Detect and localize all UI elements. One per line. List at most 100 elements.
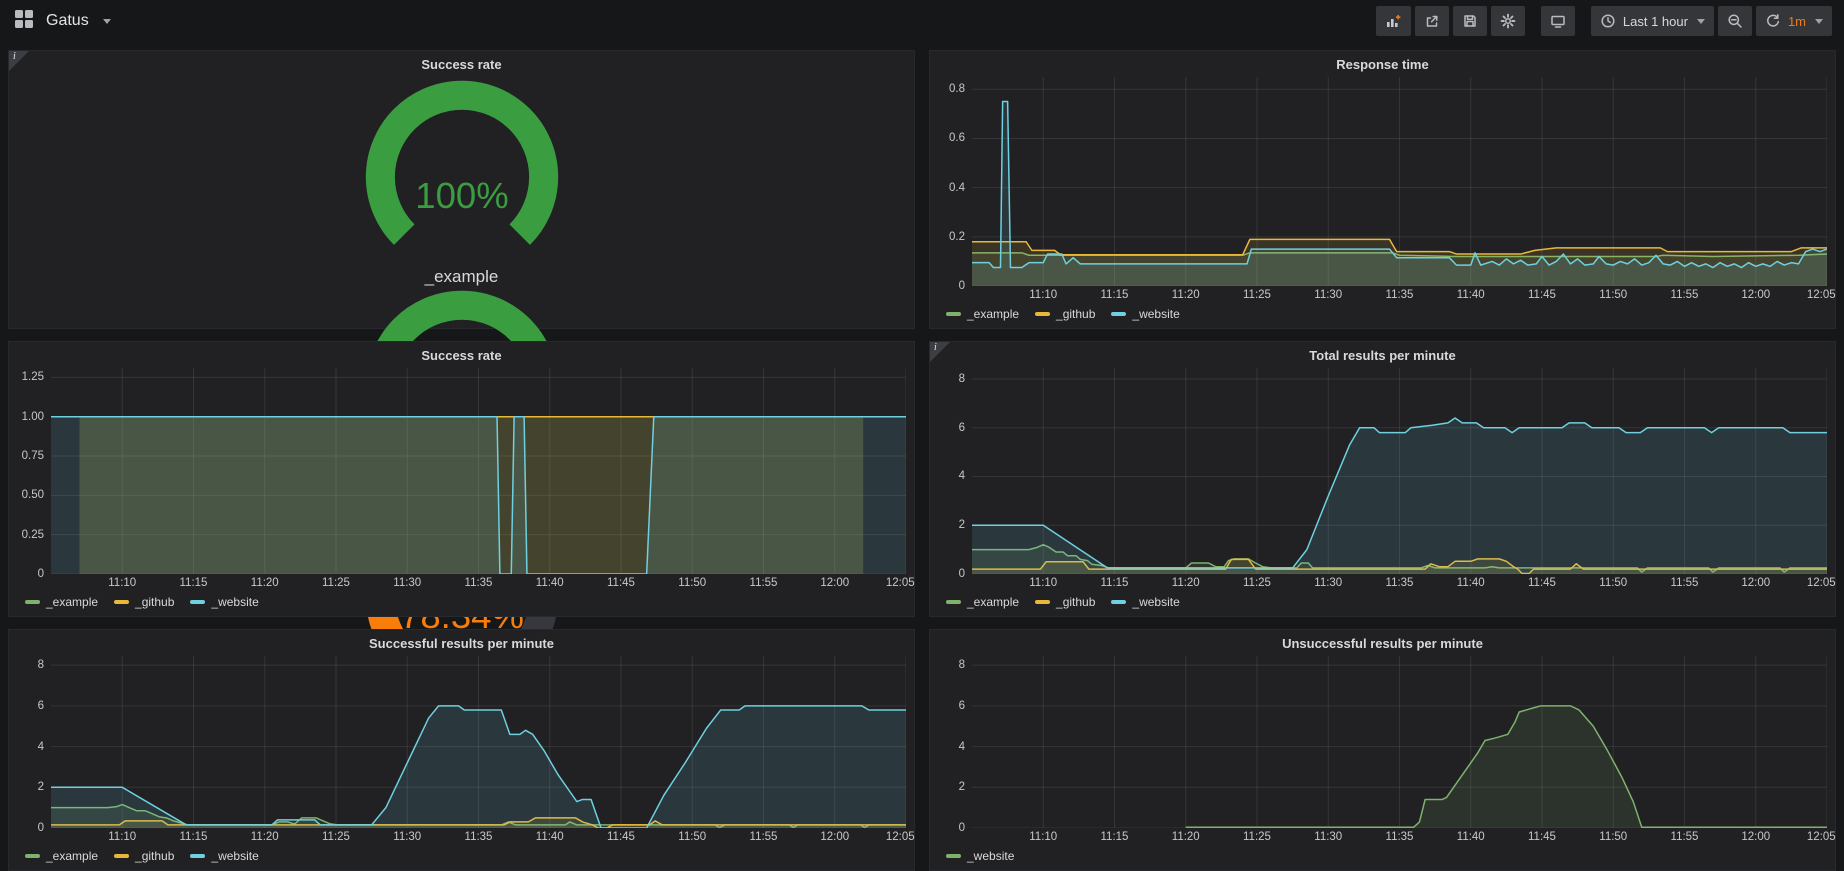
legend-item-_website[interactable]: _website: [1111, 595, 1179, 609]
save-button[interactable]: [1453, 6, 1487, 36]
legend-swatch: [190, 600, 205, 604]
panel-title[interactable]: Total results per minute: [930, 342, 1835, 368]
y-axis-tick: 0.6: [949, 132, 965, 144]
x-axis-tick: 11:30: [1314, 831, 1342, 843]
x-axis-tick: 11:10: [1029, 831, 1057, 843]
x-axis-tick: 12:05: [886, 577, 915, 589]
plot-area: 00.250.500.751.001.25: [17, 368, 906, 574]
x-axis-tick: 11:25: [1243, 831, 1271, 843]
gauge-value-text: 100%: [415, 175, 508, 216]
legend-swatch: [25, 854, 40, 858]
cycle-view-button[interactable]: [1541, 6, 1575, 36]
top-navbar: Gatus: [0, 0, 1844, 42]
x-axis-tick: 11:55: [1671, 577, 1699, 589]
y-axis: 00.250.500.751.001.25: [17, 368, 51, 574]
y-axis-tick: 0: [959, 568, 965, 580]
y-axis-tick: 0: [38, 822, 44, 834]
x-axis: 11:1011:1511:2011:2511:3011:3511:4011:45…: [972, 828, 1827, 846]
plot-area: 02468: [938, 656, 1827, 828]
x-axis-tick: 11:25: [1243, 289, 1271, 301]
x-axis-tick: 11:30: [393, 577, 421, 589]
plot-canvas[interactable]: [972, 656, 1827, 828]
share-button[interactable]: [1415, 6, 1449, 36]
legend-label: _github: [1056, 595, 1095, 609]
x-axis-tick: 11:15: [1101, 577, 1129, 589]
refresh-interval-label: 1m: [1788, 14, 1806, 29]
panel-title[interactable]: Successful results per minute: [9, 630, 914, 656]
panel-response-time: Response time 00.20.40.60.811:1011:1511:…: [929, 50, 1836, 329]
x-axis-tick: 11:40: [1457, 831, 1485, 843]
y-axis-tick: 1.25: [22, 371, 44, 383]
add-panel-button[interactable]: [1376, 6, 1411, 36]
x-axis-tick: 11:45: [1528, 289, 1556, 301]
chart-successful-results: 0246811:1011:1511:2011:2511:3011:3511:40…: [9, 656, 914, 870]
plot-area: 02468: [938, 368, 1827, 574]
y-axis-tick: 8: [38, 659, 44, 671]
dashboard-grid-icon: [14, 9, 34, 34]
panel-title[interactable]: Success rate: [9, 342, 914, 368]
panel-title[interactable]: Response time: [930, 51, 1835, 77]
x-axis-tick: 12:05: [886, 831, 915, 843]
legend-item-_website[interactable]: _website: [190, 595, 258, 609]
legend-swatch: [25, 600, 40, 604]
time-range-picker[interactable]: Last 1 hour: [1591, 6, 1714, 36]
plot-canvas[interactable]: [51, 368, 906, 574]
x-axis-tick: 11:55: [750, 577, 778, 589]
panel-info-icon[interactable]: i: [9, 51, 29, 71]
info-glyph: i: [13, 51, 16, 62]
y-axis-tick: 0: [959, 280, 965, 292]
x-axis-tick: 11:10: [108, 831, 136, 843]
legend-item-_example[interactable]: _example: [25, 595, 98, 609]
legend-label: _website: [967, 849, 1014, 863]
chart-total-results: 0246811:1011:1511:2011:2511:3011:3511:40…: [930, 368, 1835, 616]
y-axis-tick: 6: [959, 700, 965, 712]
plot-canvas[interactable]: [972, 77, 1827, 286]
legend-swatch: [946, 600, 961, 604]
info-glyph: i: [934, 342, 937, 353]
legend-item-_website[interactable]: _website: [946, 849, 1014, 863]
series-fill-_website: [972, 418, 1827, 574]
zoom-out-button[interactable]: [1718, 6, 1752, 36]
legend-swatch: [114, 854, 129, 858]
zoom-out-icon: [1727, 13, 1743, 29]
legend-item-_example[interactable]: _example: [25, 849, 98, 863]
x-axis-tick: 11:25: [1243, 577, 1271, 589]
gauge-_example: 100%_example: [333, 77, 591, 287]
legend-item-_website[interactable]: _website: [1111, 307, 1179, 321]
series-fill-_website: [51, 706, 906, 828]
legend-item-_github[interactable]: _github: [1035, 595, 1095, 609]
chart-legend: _example _github _website: [938, 304, 1827, 324]
legend-item-_github[interactable]: _github: [114, 849, 174, 863]
refresh-picker[interactable]: 1m: [1756, 6, 1832, 36]
legend-item-_github[interactable]: _github: [114, 595, 174, 609]
x-axis-tick: 11:30: [1314, 289, 1342, 301]
save-icon: [1462, 13, 1478, 29]
x-axis-tick: 11:35: [465, 831, 493, 843]
y-axis-tick: 0.4: [949, 182, 965, 194]
clock-icon: [1600, 13, 1616, 29]
legend-swatch: [1035, 312, 1050, 316]
x-axis-tick: 12:00: [820, 831, 849, 843]
plot-canvas[interactable]: [972, 368, 1827, 574]
panel-title[interactable]: Success rate: [9, 51, 914, 77]
plot-canvas[interactable]: [51, 656, 906, 828]
x-axis-tick: 12:05: [1807, 289, 1836, 301]
chart-legend: _example _github _website: [938, 592, 1827, 612]
dashboard-title-menu[interactable]: Gatus: [14, 9, 111, 34]
legend-item-_github[interactable]: _github: [1035, 307, 1095, 321]
settings-button[interactable]: [1491, 6, 1525, 36]
y-axis: 02468: [938, 368, 972, 574]
legend-item-_example[interactable]: _example: [946, 595, 1019, 609]
chart-legend: _example _github _website: [17, 592, 906, 612]
legend-label: _github: [135, 595, 174, 609]
series-fill-_website: [1186, 706, 1827, 828]
x-axis-tick: 12:00: [1741, 577, 1770, 589]
panel-title[interactable]: Unsuccessful results per minute: [930, 630, 1835, 656]
legend-item-_website[interactable]: _website: [190, 849, 258, 863]
x-axis: 11:1011:1511:2011:2511:3011:3511:4011:45…: [972, 574, 1827, 592]
x-axis-tick: 11:35: [1386, 289, 1414, 301]
x-axis-tick: 11:35: [1386, 831, 1414, 843]
panel-info-icon[interactable]: i: [930, 342, 950, 362]
legend-item-_example[interactable]: _example: [946, 307, 1019, 321]
x-axis-tick: 11:15: [1101, 289, 1129, 301]
